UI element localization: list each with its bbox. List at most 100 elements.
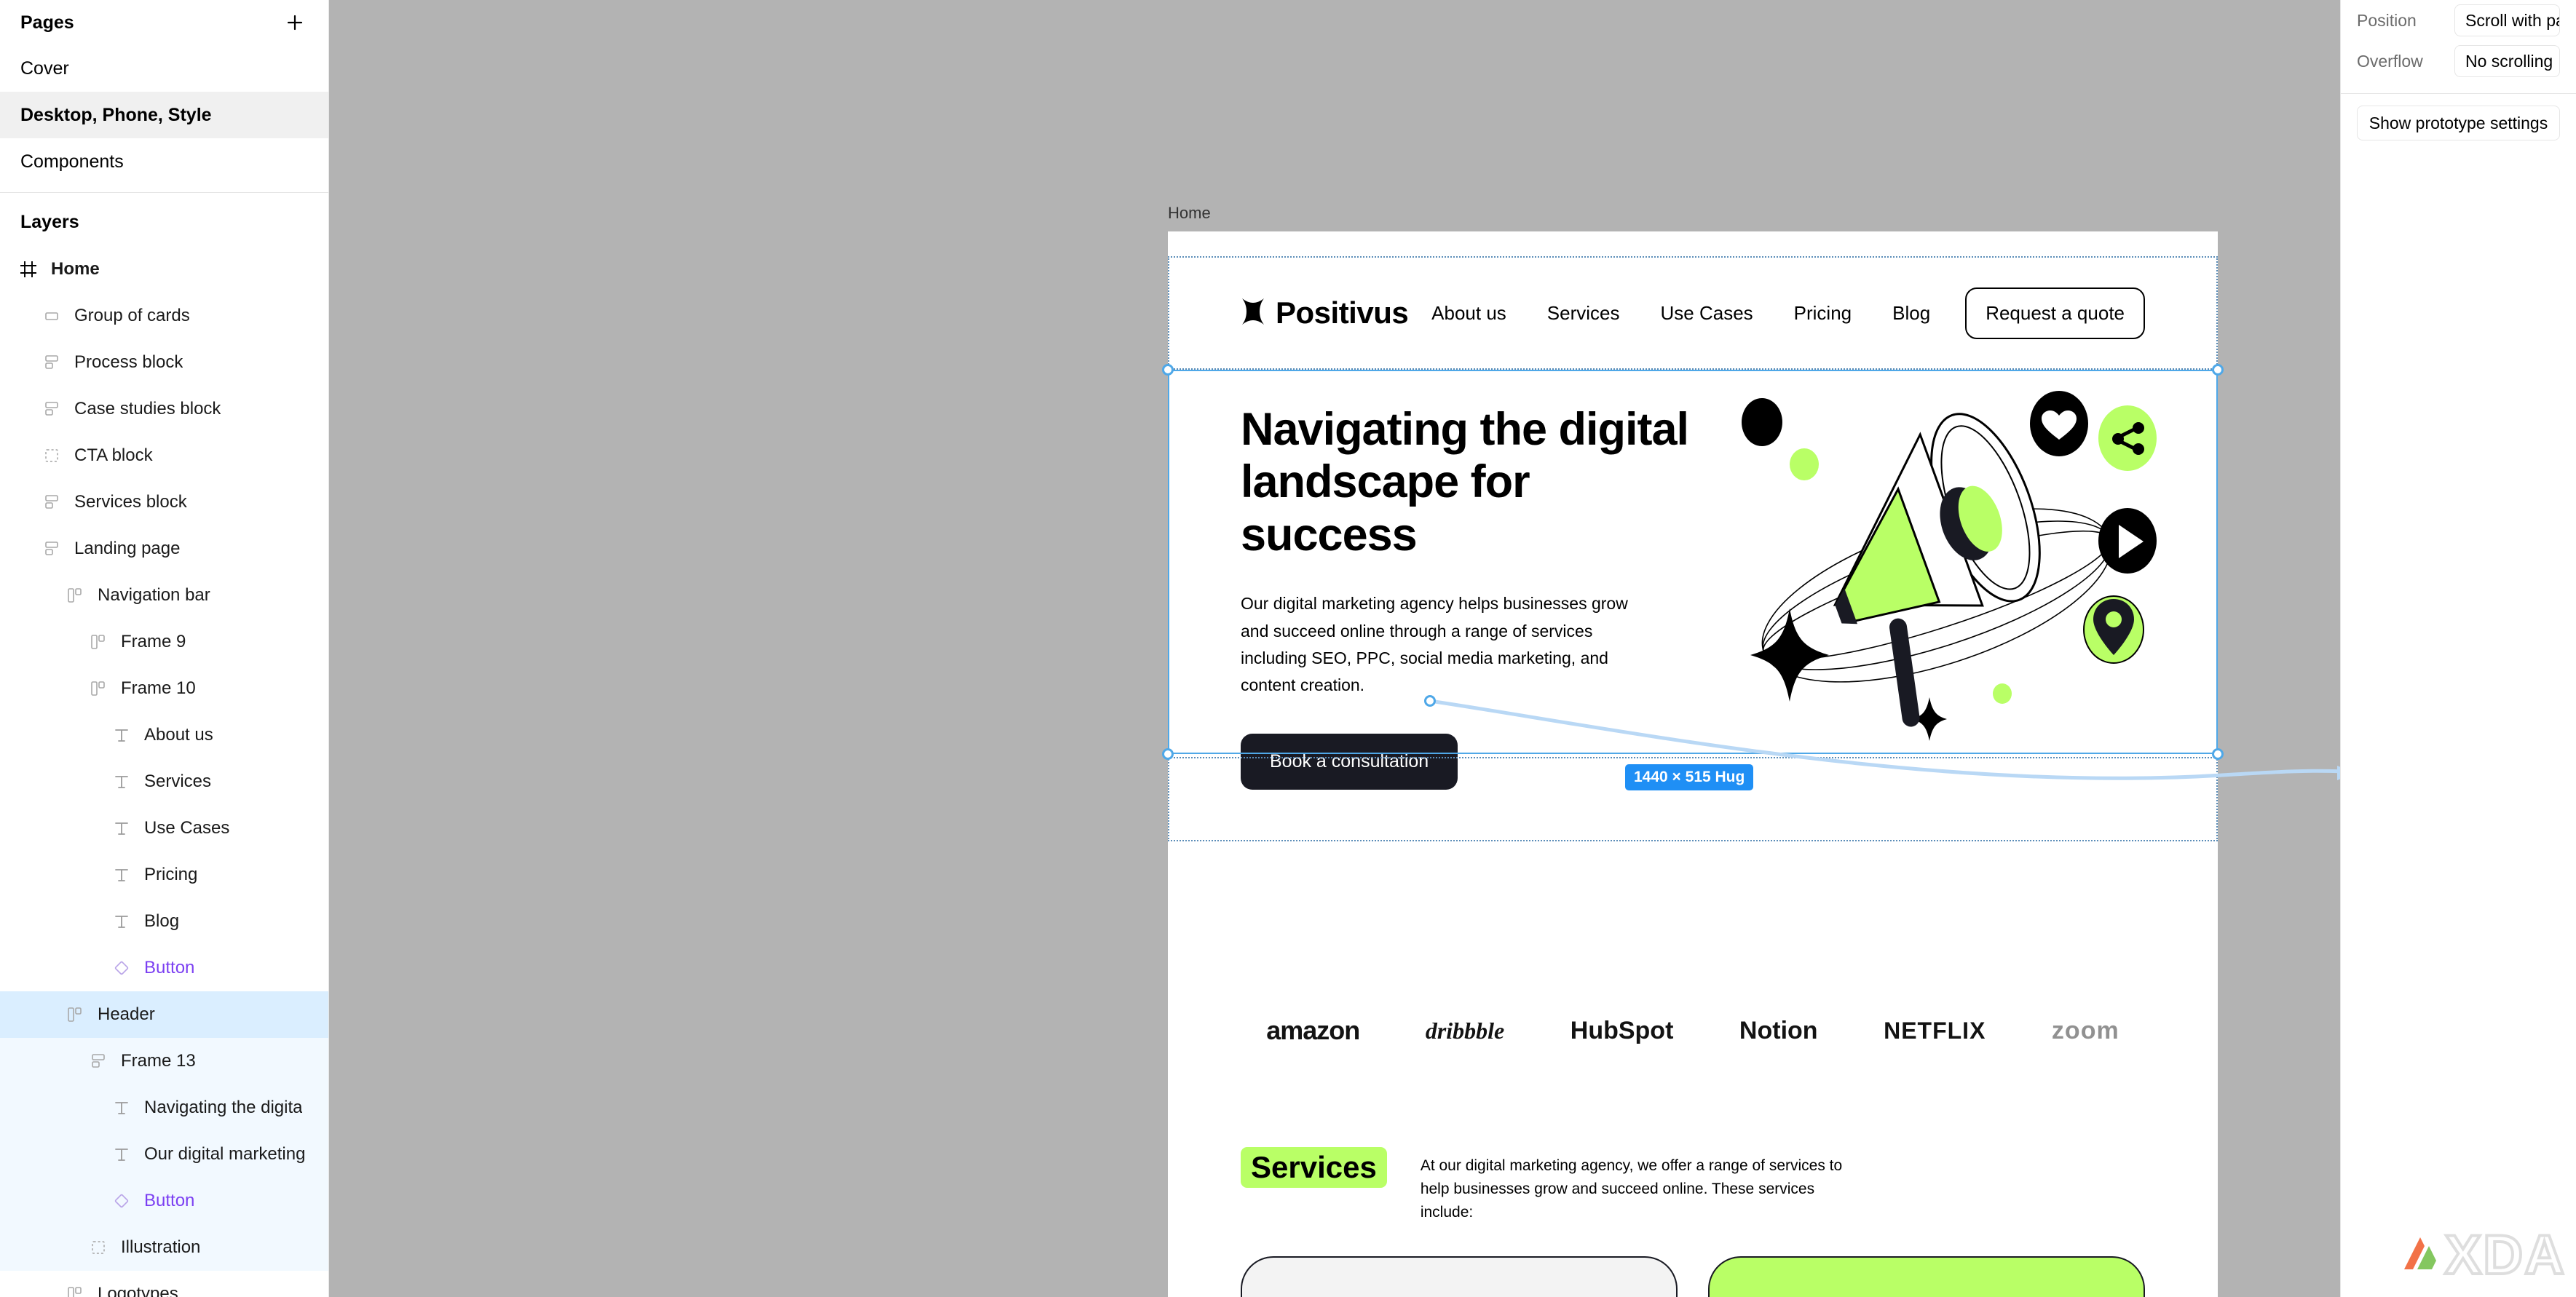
resize-handle-tl[interactable] [1162,364,1174,376]
prototype-connector-handle[interactable] [1424,695,1436,707]
group-dashed-icon [39,443,64,468]
brand-logo[interactable]: Positivus [1241,296,1409,330]
layer-row[interactable]: Services [0,758,328,805]
text-icon [109,1142,134,1167]
text-icon [109,1095,134,1120]
layer-row[interactable]: Navigating the digita [0,1084,328,1131]
layer-label: Illustration [121,1237,201,1257]
layer-row[interactable]: Frame 9 [0,619,328,665]
layer-row[interactable]: Button [0,945,328,991]
dot-green-small [1790,448,1819,480]
property-value: No scrolling [2465,51,2553,71]
nav-link-about-us[interactable]: About us [1431,302,1506,325]
services-header: Services At our digital marketing agency… [1241,1147,1857,1224]
property-value: Scroll with page [2465,10,2559,30]
autolayout-v-icon [86,1049,111,1074]
layer-row[interactable]: Group of cards [0,293,328,339]
layer-row[interactable]: Button [0,1178,328,1224]
layer-row[interactable]: Landing page [0,525,328,572]
text-icon [109,862,134,887]
brand-name: Positivus [1276,296,1409,330]
show-prototype-settings-button[interactable]: Show prototype settings [2357,106,2560,140]
layer-row[interactable]: Services block [0,479,328,525]
layer-label: Frame 10 [121,678,196,698]
page-item-label: Cover [20,57,69,79]
layer-label: Navigating the digita [144,1098,303,1117]
plus-icon [285,13,304,32]
component-icon [109,956,134,980]
layer-row[interactable]: Frame 13 [0,1038,328,1084]
layer-row[interactable]: Header [0,991,328,1038]
service-card[interactable]: Search engineoptimizationLearn more [1241,1256,1678,1297]
text-icon [109,769,134,794]
page-item-label: Desktop, Phone, Style [20,104,212,125]
layer-label: Button [144,958,195,977]
autolayout-h-icon [86,676,111,701]
resize-handle-br[interactable] [2212,748,2224,760]
layer-row[interactable]: Case studies block [0,386,328,432]
layer-row[interactable]: Navigation bar [0,572,328,619]
frame-label-home[interactable]: Home [1168,204,1211,223]
hero-title: Navigating the digital landscape for suc… [1241,404,1689,560]
layer-row[interactable]: Blog [0,898,328,945]
layer-label: Landing page [74,539,181,558]
layers-title: Layers [20,212,79,232]
page-item-cover[interactable]: Cover [0,45,328,92]
layer-label: About us [144,725,213,745]
layer-label: Frame 9 [121,632,186,651]
autolayout-v-icon [39,536,64,561]
layer-label: Our digital marketing [144,1144,306,1164]
resize-handle-bl[interactable] [1162,748,1174,760]
location-badge [2083,595,2144,664]
layer-row[interactable]: Our digital marketing [0,1131,328,1178]
layer-row[interactable]: Illustration [0,1224,328,1271]
request-quote-button[interactable]: Request a quote [1965,287,2145,339]
hero-block: Navigating the digital landscape for suc… [1241,403,1692,790]
partner-logo-amazon: amazon [1266,1015,1360,1045]
left-sidebar: Pages Cover Desktop, Phone, Style Componen… [0,0,329,1297]
property-select[interactable]: Scroll with page [2454,4,2560,36]
layer-label: Services block [74,492,187,512]
property-select[interactable]: No scrolling [2454,45,2560,77]
layer-row[interactable]: Logotypes [0,1271,328,1297]
layer-label: Use Cases [144,818,230,838]
right-panel-divider [2341,93,2576,94]
nav-link-use-cases[interactable]: Use Cases [1661,302,1753,325]
xda-logo-icon [2400,1233,2441,1277]
layer-label: Blog [144,911,180,931]
text-icon [109,909,134,934]
nav-link-pricing[interactable]: Pricing [1794,302,1852,325]
partner-logo-netflix: NETFLIX [1884,1017,1986,1044]
partner-logo-hubspot: HubSpot [1570,1016,1674,1044]
page-item-desktop-phone-style[interactable]: Desktop, Phone, Style [0,92,328,138]
canvas[interactable]: Home Style Positivus About usServicesUse… [329,0,2340,1297]
services-description: At our digital marketing agency, we offe… [1420,1157,1843,1221]
service-cards: Search engineoptimizationLearn more Pay-p… [1241,1256,2145,1297]
layer-row[interactable]: Home [0,246,328,293]
partner-logo-zoom: zoom [2051,1016,2119,1044]
layer-label: Services [144,772,212,791]
service-card[interactable]: Pay-per-clickadvertisingLearn more [1708,1256,2145,1297]
nav-link-blog[interactable]: Blog [1892,302,1930,325]
resize-handle-tr[interactable] [2212,364,2224,376]
property-row: Overflow No scrolling [2341,41,2576,82]
group-dashed-icon [86,1235,111,1260]
dot-black-large [1742,398,1782,446]
autolayout-v-icon [39,350,64,375]
page-item-components[interactable]: Components [0,138,328,185]
layer-label: Header [98,1004,155,1024]
layer-row[interactable]: Pricing [0,852,328,898]
partner-logo-dribbble: dribbble [1425,1017,1505,1044]
sparkle-large [1750,608,1829,702]
layer-row[interactable]: Frame 10 [0,665,328,712]
play-badge [2098,508,2157,574]
autolayout-h-icon [63,583,87,608]
layer-row[interactable]: About us [0,712,328,758]
layer-label: Pricing [144,865,198,884]
layer-row[interactable]: Use Cases [0,805,328,852]
book-consultation-button[interactable]: Book a consultation [1241,734,1458,790]
layer-row[interactable]: Process block [0,339,328,386]
nav-link-services[interactable]: Services [1547,302,1620,325]
layer-row[interactable]: CTA block [0,432,328,479]
add-page-button[interactable] [282,9,308,36]
